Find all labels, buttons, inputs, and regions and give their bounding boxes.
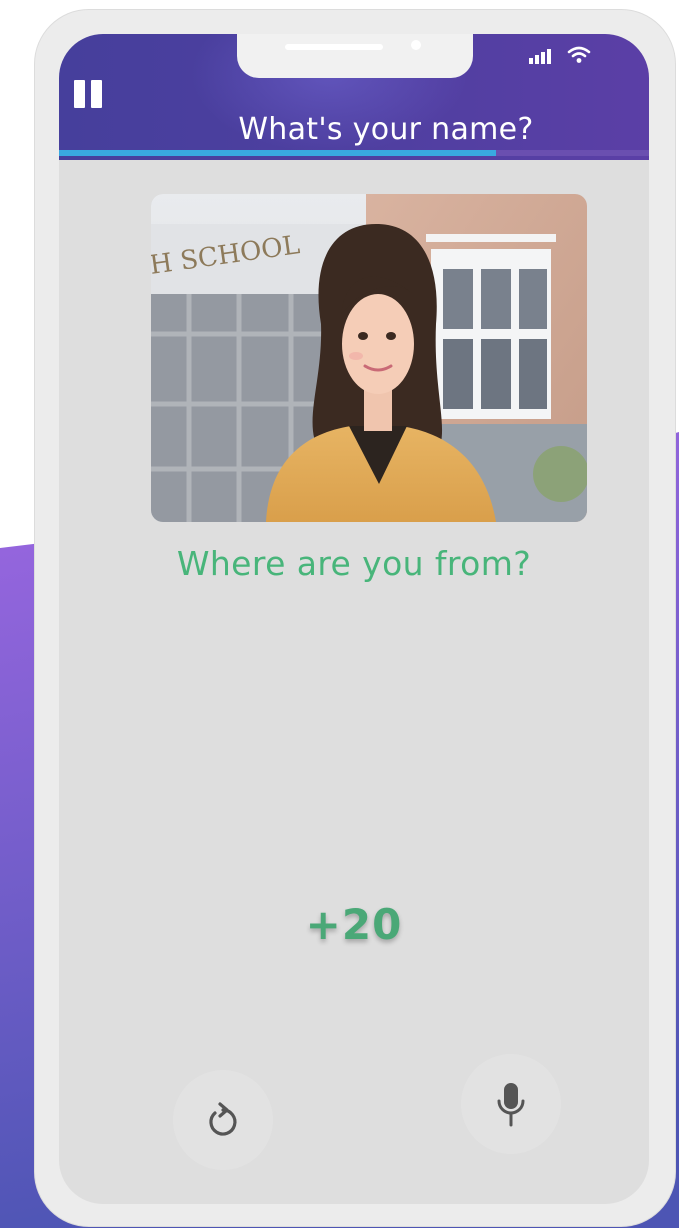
- prompt-text: Where are you from?: [176, 544, 532, 583]
- pause-button[interactable]: [74, 80, 104, 108]
- app-screen: What's your name? H SCHOOL Where are you…: [59, 34, 649, 1204]
- replay-icon: [209, 1102, 237, 1136]
- phone-notch: [237, 34, 473, 78]
- pause-icon-bar: [91, 80, 102, 108]
- speaker-grille: [285, 44, 383, 50]
- pause-icon-bar: [74, 80, 85, 108]
- replay-button[interactable]: [173, 1070, 273, 1170]
- scene-illustration: H SCHOOL: [151, 194, 587, 522]
- lesson-header: What's your name?: [59, 34, 649, 160]
- phone-frame: What's your name? H SCHOOL Where are you…: [35, 10, 675, 1226]
- school-scene-image: H SCHOOL: [151, 194, 587, 522]
- progress-bar: [59, 150, 496, 156]
- signal-icon: [529, 48, 551, 64]
- wifi-icon: [567, 46, 591, 63]
- question-title: What's your name?: [238, 112, 534, 147]
- status-icons: [529, 46, 591, 64]
- camera-dot: [411, 40, 421, 50]
- microphone-icon: [497, 1083, 525, 1127]
- score-badge: +20: [305, 900, 403, 949]
- microphone-button[interactable]: [461, 1054, 561, 1154]
